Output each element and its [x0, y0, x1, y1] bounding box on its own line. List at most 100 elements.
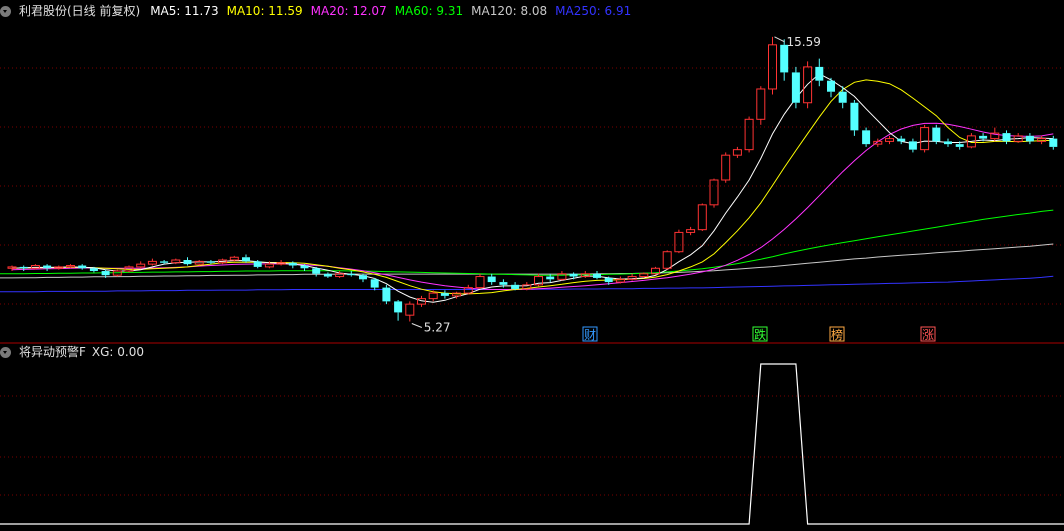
candle-body — [979, 135, 988, 139]
candle — [662, 250, 672, 270]
candle — [768, 36, 777, 95]
candle-body — [264, 263, 274, 268]
candle-body — [452, 292, 462, 297]
candle — [756, 86, 766, 125]
candle — [557, 271, 567, 281]
candle-body — [101, 271, 110, 276]
candle — [721, 152, 731, 183]
candle — [651, 266, 660, 276]
event-marker[interactable]: 财 — [582, 326, 598, 342]
candle — [1049, 135, 1058, 150]
candle-body — [593, 273, 601, 278]
candle — [593, 271, 601, 280]
low-pointer — [411, 323, 422, 328]
candle-body — [639, 273, 649, 278]
candle-body — [709, 179, 719, 206]
candle — [732, 146, 742, 158]
candle-body — [183, 260, 192, 265]
moving-average-lines — [0, 73, 1054, 303]
main-legend: 利君股份(日线 前复权) MA5: 11.73 MA10: 11.59 MA20: … — [0, 2, 631, 20]
candle-body — [160, 261, 169, 263]
candle-body — [253, 261, 262, 267]
candle — [815, 58, 824, 87]
collapse-icon[interactable] — [0, 346, 11, 358]
kline-chart[interactable]: 15.59 5.27 财 跌 榜 涨 — [0, 0, 1064, 531]
candle-body — [136, 263, 146, 268]
candle-body — [838, 91, 847, 103]
candle-body — [569, 273, 578, 277]
candle-body — [499, 282, 508, 285]
candle — [7, 265, 17, 272]
candle-body — [744, 118, 754, 151]
candle-body — [19, 266, 28, 269]
candle — [323, 272, 332, 278]
candlesticks — [7, 36, 1058, 322]
candle-body — [686, 229, 696, 233]
high-label: 15.59 — [787, 35, 821, 49]
candle-body — [1049, 138, 1058, 147]
candle-body — [615, 278, 625, 283]
candle — [627, 273, 637, 281]
candle-body — [1037, 138, 1047, 142]
candle — [242, 254, 250, 263]
candle — [347, 271, 356, 277]
candle-body — [347, 273, 356, 276]
ma20-line — [11, 122, 1054, 290]
candle-body — [428, 292, 438, 300]
candle-body — [1002, 133, 1011, 142]
candle-body — [475, 276, 485, 289]
sub-legend: 将异动预警F XG: 0.00 — [0, 343, 144, 361]
candle-body — [242, 257, 250, 262]
candle-body — [66, 265, 75, 268]
candle — [686, 226, 696, 236]
collapse-icon[interactable] — [0, 5, 11, 17]
candle — [1037, 135, 1047, 145]
candle — [827, 77, 835, 98]
candle — [850, 100, 859, 136]
candle — [475, 273, 485, 289]
ma-legend-item: MA250: 6.91 — [555, 4, 632, 18]
candle-body — [405, 303, 415, 316]
ma10-line — [11, 79, 1054, 295]
candle-body — [897, 138, 906, 142]
candle — [276, 260, 286, 266]
candle-body — [323, 273, 332, 277]
stock-title: 利君股份(日线 前复权) — [19, 4, 141, 18]
candle — [897, 135, 906, 145]
ma-legend-item: MA20: 12.07 — [310, 4, 387, 18]
candle-body — [359, 275, 367, 280]
candle-body — [815, 66, 824, 81]
candle-body — [382, 287, 391, 302]
candle — [862, 127, 871, 147]
candle-body — [662, 251, 672, 269]
candle-body — [7, 266, 17, 269]
candle — [78, 264, 87, 270]
candle — [920, 124, 930, 153]
candle-body — [885, 138, 894, 142]
candle-body — [30, 265, 40, 269]
candle-body — [827, 80, 835, 92]
candle-body — [721, 154, 731, 181]
candle-body — [89, 268, 98, 272]
candle — [312, 266, 321, 277]
marker-label: 涨 — [922, 327, 934, 342]
candle-body — [288, 262, 297, 266]
candle-body — [78, 265, 87, 269]
candle-body — [171, 259, 181, 264]
candle-body — [229, 256, 239, 261]
event-marker[interactable]: 跌 — [752, 326, 768, 342]
xg-indicator — [0, 363, 1064, 525]
candle-body — [732, 149, 742, 156]
event-marker[interactable]: 榜 — [829, 326, 845, 342]
event-marker[interactable]: 涨 — [920, 326, 936, 342]
high-pointer — [774, 36, 785, 43]
candle-body — [546, 276, 555, 280]
candle-body — [487, 276, 496, 283]
candle — [697, 203, 707, 232]
candle-body — [206, 261, 215, 263]
ma-legend-item: MA5: 11.73 — [150, 4, 219, 18]
candle — [440, 290, 449, 299]
candle-body — [440, 293, 449, 296]
candle-body — [370, 279, 379, 288]
candle-body — [300, 265, 309, 269]
